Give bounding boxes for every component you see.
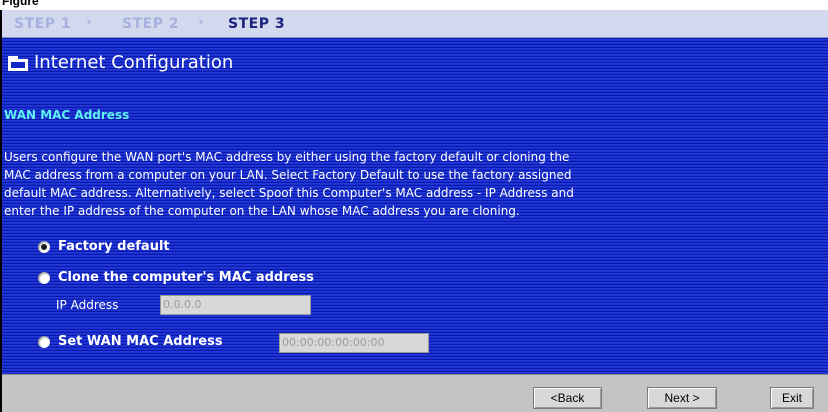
folder-icon [8,56,28,71]
factory-default-radio[interactable] [38,241,50,253]
wizard-steps: STEP 1 › STEP 2 › STEP 3 [2,10,828,38]
section-title: WAN MAC Address [4,108,130,122]
figure-caption: Figure [2,0,39,8]
description-line: Users configure the WAN port's MAC addre… [4,150,570,164]
set-wan-mac-label: Set WAN MAC Address [58,334,223,349]
clone-mac-label: Clone the computer's MAC address [58,270,314,285]
wan-mac-field[interactable]: 00:00:00:00:00:00 [279,333,429,353]
footer-bar: <Back Next > Exit [2,374,828,412]
step-2: STEP 2 [122,16,180,32]
step-arrow-icon: › [86,14,92,30]
clone-mac-radio[interactable] [38,272,50,284]
ip-address-label: IP Address [56,298,119,312]
ip-address-field[interactable]: 0.0.0.0 [160,295,311,315]
config-panel: Internet Configuration WAN MAC Address U… [2,38,828,374]
step-arrow-icon: › [198,14,204,30]
set-wan-mac-radio[interactable] [38,336,50,348]
description: Users configure the WAN port's MAC addre… [4,148,824,220]
back-button[interactable]: <Back [533,387,602,409]
description-line: default MAC address. Alternatively, sele… [4,186,574,200]
next-button[interactable]: Next > [647,387,717,409]
page-title-text: Internet Configuration [34,52,234,73]
description-line: MAC address from a computer on your LAN.… [4,168,572,182]
step-1: STEP 1 [14,16,72,32]
exit-button[interactable]: Exit [770,387,814,409]
factory-default-label: Factory default [58,239,170,254]
step-3: STEP 3 [228,16,286,32]
description-line: enter the IP address of the computer on … [4,204,520,218]
